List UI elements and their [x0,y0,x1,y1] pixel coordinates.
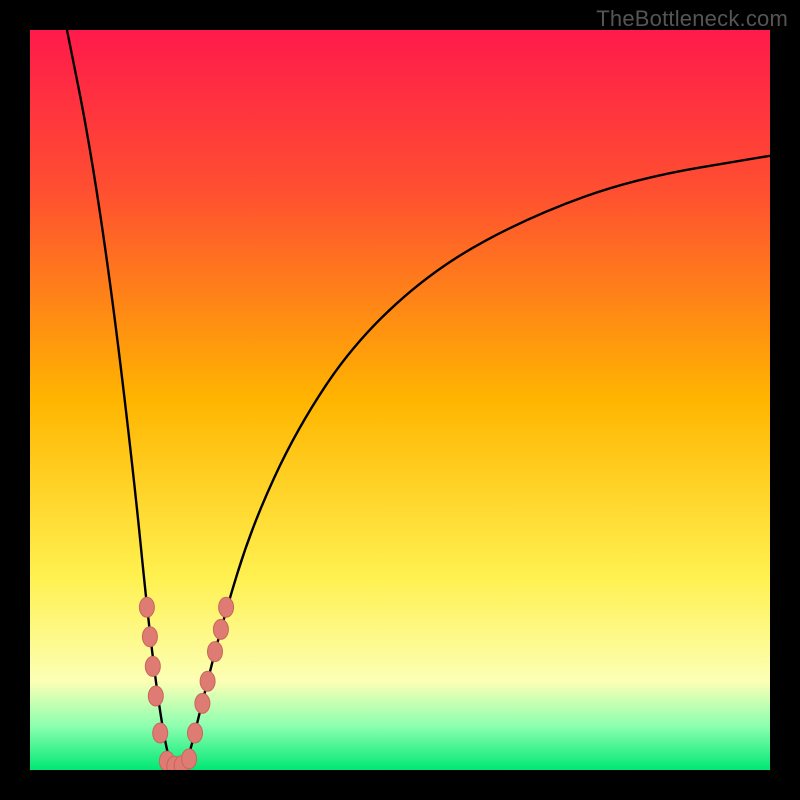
data-marker [208,642,223,662]
data-marker [219,597,234,617]
watermark-text: TheBottleneck.com [596,6,788,32]
gradient-background [30,30,770,770]
data-marker [139,597,154,617]
data-marker [213,619,228,639]
data-marker [153,723,168,743]
data-marker [145,656,160,676]
bottleneck-chart [30,30,770,770]
plot-area [30,30,770,770]
data-marker [142,627,157,647]
data-marker [188,723,203,743]
data-marker [182,749,197,769]
data-marker [148,686,163,706]
data-marker [195,693,210,713]
data-marker [200,671,215,691]
chart-frame: TheBottleneck.com [0,0,800,800]
